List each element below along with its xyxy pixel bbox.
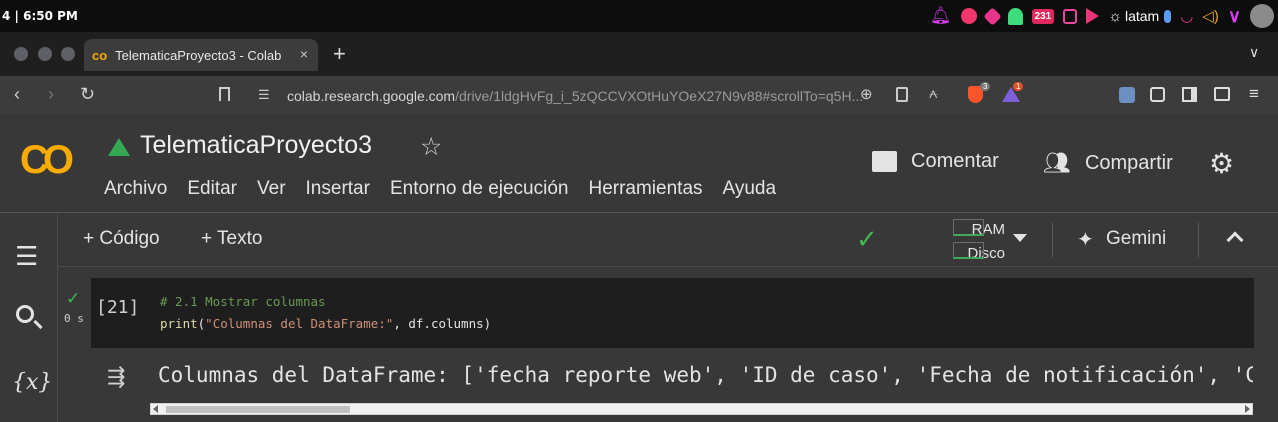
settings-gear-icon[interactable]: ⚙ (1209, 147, 1234, 180)
url-host: colab.research.google.com (287, 88, 456, 104)
forward-icon[interactable]: › (48, 84, 54, 105)
wallet-icon[interactable] (1214, 87, 1230, 101)
extensions-puzzle-icon[interactable] (1150, 87, 1165, 102)
window-close-dot[interactable] (14, 47, 28, 61)
back-icon[interactable]: ‹ (14, 84, 20, 105)
scroll-thumb[interactable] (166, 406, 350, 413)
browser-tab-active[interactable]: co TelematicaProyecto3 - Colab × (84, 39, 318, 71)
share-label: Compartir (1084, 151, 1173, 174)
divider (1198, 223, 1199, 257)
bookmark-icon[interactable] (219, 87, 230, 101)
search-handle (33, 319, 43, 330)
execution-count[interactable]: [21] (96, 297, 139, 318)
package-icon[interactable] (982, 6, 1002, 26)
system-clock: 4 | 6:50 PM (2, 9, 78, 23)
system-bar: 4 | 6:50 PM 🔔︎ 231 ☼ latam ◡ ◁) ∨ (0, 0, 1278, 32)
url-path: /drive/1ldgHvFg_i_5zQCCVXOtHuYOeX27N9v88… (455, 88, 864, 104)
tab-title: TelematicaProyecto3 - Colab (115, 47, 282, 63)
address-bar-row: ‹ › ↻ ☰ colab.research.google.com/drive/… (0, 76, 1278, 114)
system-tray: 🔔︎ 231 ☼ latam ◡ ◁) ∨ (930, 4, 1274, 28)
code-function: print (160, 316, 198, 331)
code-cell[interactable] (91, 278, 1254, 348)
window-maximize-dot[interactable] (61, 47, 75, 61)
disk-meter (953, 242, 984, 259)
code-line-1[interactable]: # 2.1 Mostrar columnas (160, 294, 326, 309)
site-info-icon[interactable]: ☰ (258, 87, 270, 103)
menu-editar[interactable]: Editar (187, 178, 237, 200)
notebook-title[interactable]: TelematicaProyecto3 (140, 131, 372, 160)
reload-icon[interactable]: ↻ (80, 84, 95, 105)
chevron-logo-icon[interactable]: ∨ (1228, 6, 1241, 27)
rewards-badge: 1 (1013, 82, 1024, 91)
people-icon: 👥︎ (1043, 150, 1071, 175)
brightness-icon[interactable]: ☼ (1108, 8, 1122, 25)
menu-herramientas[interactable]: Herramientas (588, 178, 702, 200)
gemini-icon[interactable]: ✦ (1077, 227, 1094, 252)
table-of-contents-icon[interactable]: ☰ (15, 241, 38, 272)
tab-close-icon[interactable]: × (300, 46, 308, 62)
resources-dropdown-icon[interactable] (1013, 234, 1027, 242)
colab-header: CO TelematicaProyecto3 ☆ Archivo Editar … (0, 114, 1278, 213)
menu-entorno[interactable]: Entorno de ejecución (390, 178, 569, 200)
notebook-toolbar: + Código + Texto ✓ RAM Disco ✦ Gemini (58, 213, 1278, 267)
wifi-icon[interactable]: ◡ (1180, 7, 1193, 25)
code-line-2[interactable]: print("Columnas del DataFrame:", df.colu… (160, 316, 491, 331)
variables-icon[interactable]: {x} (12, 370, 52, 395)
search-icon[interactable] (16, 305, 34, 323)
output-horizontal-scrollbar[interactable] (150, 403, 1253, 415)
connected-check-icon: ✓ (856, 224, 878, 254)
menu-ver[interactable]: Ver (257, 178, 286, 200)
microphone-icon[interactable] (1164, 9, 1172, 23)
menu-archivo[interactable]: Archivo (104, 178, 167, 200)
add-text-button[interactable]: + Texto (201, 228, 262, 250)
gemini-button[interactable]: Gemini (1106, 228, 1166, 250)
star-icon[interactable]: ☆ (420, 132, 442, 162)
zoom-icon[interactable]: ⊕ (860, 85, 873, 103)
add-code-button[interactable]: + Código (83, 228, 160, 250)
volume-icon[interactable]: ◁) (1202, 7, 1219, 25)
calendar-icon[interactable] (1063, 8, 1078, 24)
avatar[interactable] (1250, 4, 1274, 28)
cell-output: Columnas del DataFrame: ['fecha reporte … (158, 363, 1253, 387)
comment-label: Comentar (911, 150, 999, 172)
new-tab-button[interactable]: + (333, 41, 346, 67)
reader-mode-icon[interactable] (896, 87, 908, 102)
extension-image-icon[interactable] (1119, 87, 1135, 103)
code-string: "Columnas del DataFrame:" (205, 316, 394, 331)
url-field[interactable]: colab.research.google.com/drive/1ldgHvFg… (287, 88, 863, 104)
counter-badge[interactable]: 231 (1031, 8, 1055, 24)
share-icon[interactable]: ⩜ (929, 85, 937, 102)
share-button[interactable]: 👥︎ Compartir (1043, 150, 1173, 176)
brave-shield-badge: 3 (980, 82, 991, 91)
comment-icon (872, 151, 897, 172)
colab-logo[interactable]: CO (20, 138, 74, 183)
tab-list-chevron-icon[interactable]: ∨ (1249, 44, 1259, 61)
left-sidebar: ☰ {x} (0, 213, 58, 422)
play-icon[interactable] (1086, 8, 1100, 24)
menu-bar: Archivo Editar Ver Insertar Entorno de e… (104, 178, 776, 200)
output-actions-icon[interactable]: ⇶ (107, 364, 125, 390)
collapse-chevron-icon[interactable] (1226, 231, 1244, 249)
wifi-label[interactable]: latam (1125, 8, 1159, 24)
code-comment: # 2.1 Mostrar columnas (160, 294, 326, 309)
scroll-left-arrow-icon[interactable] (153, 405, 158, 413)
drive-icon[interactable] (108, 138, 130, 156)
ram-meter (953, 219, 984, 236)
code-args: , df.columns) (393, 316, 492, 331)
sidebar-toggle-icon[interactable] (1182, 87, 1197, 102)
colab-favicon-icon: co (92, 47, 108, 63)
exec-time: 0 s (64, 312, 84, 325)
menu-ayuda[interactable]: Ayuda (723, 178, 777, 200)
divider (1052, 223, 1053, 257)
menu-insertar[interactable]: Insertar (306, 178, 370, 200)
browser-menu-icon[interactable]: ≡ (1249, 84, 1259, 104)
run-success-check-icon: ✓ (66, 289, 81, 308)
window-minimize-dot[interactable] (38, 47, 52, 61)
ghost-icon[interactable] (1007, 7, 1023, 25)
scroll-right-arrow-icon[interactable] (1245, 405, 1250, 413)
bell-icon[interactable]: 🔔︎ (930, 6, 952, 26)
comment-button[interactable]: Comentar (872, 150, 999, 173)
record-icon[interactable] (960, 8, 977, 24)
